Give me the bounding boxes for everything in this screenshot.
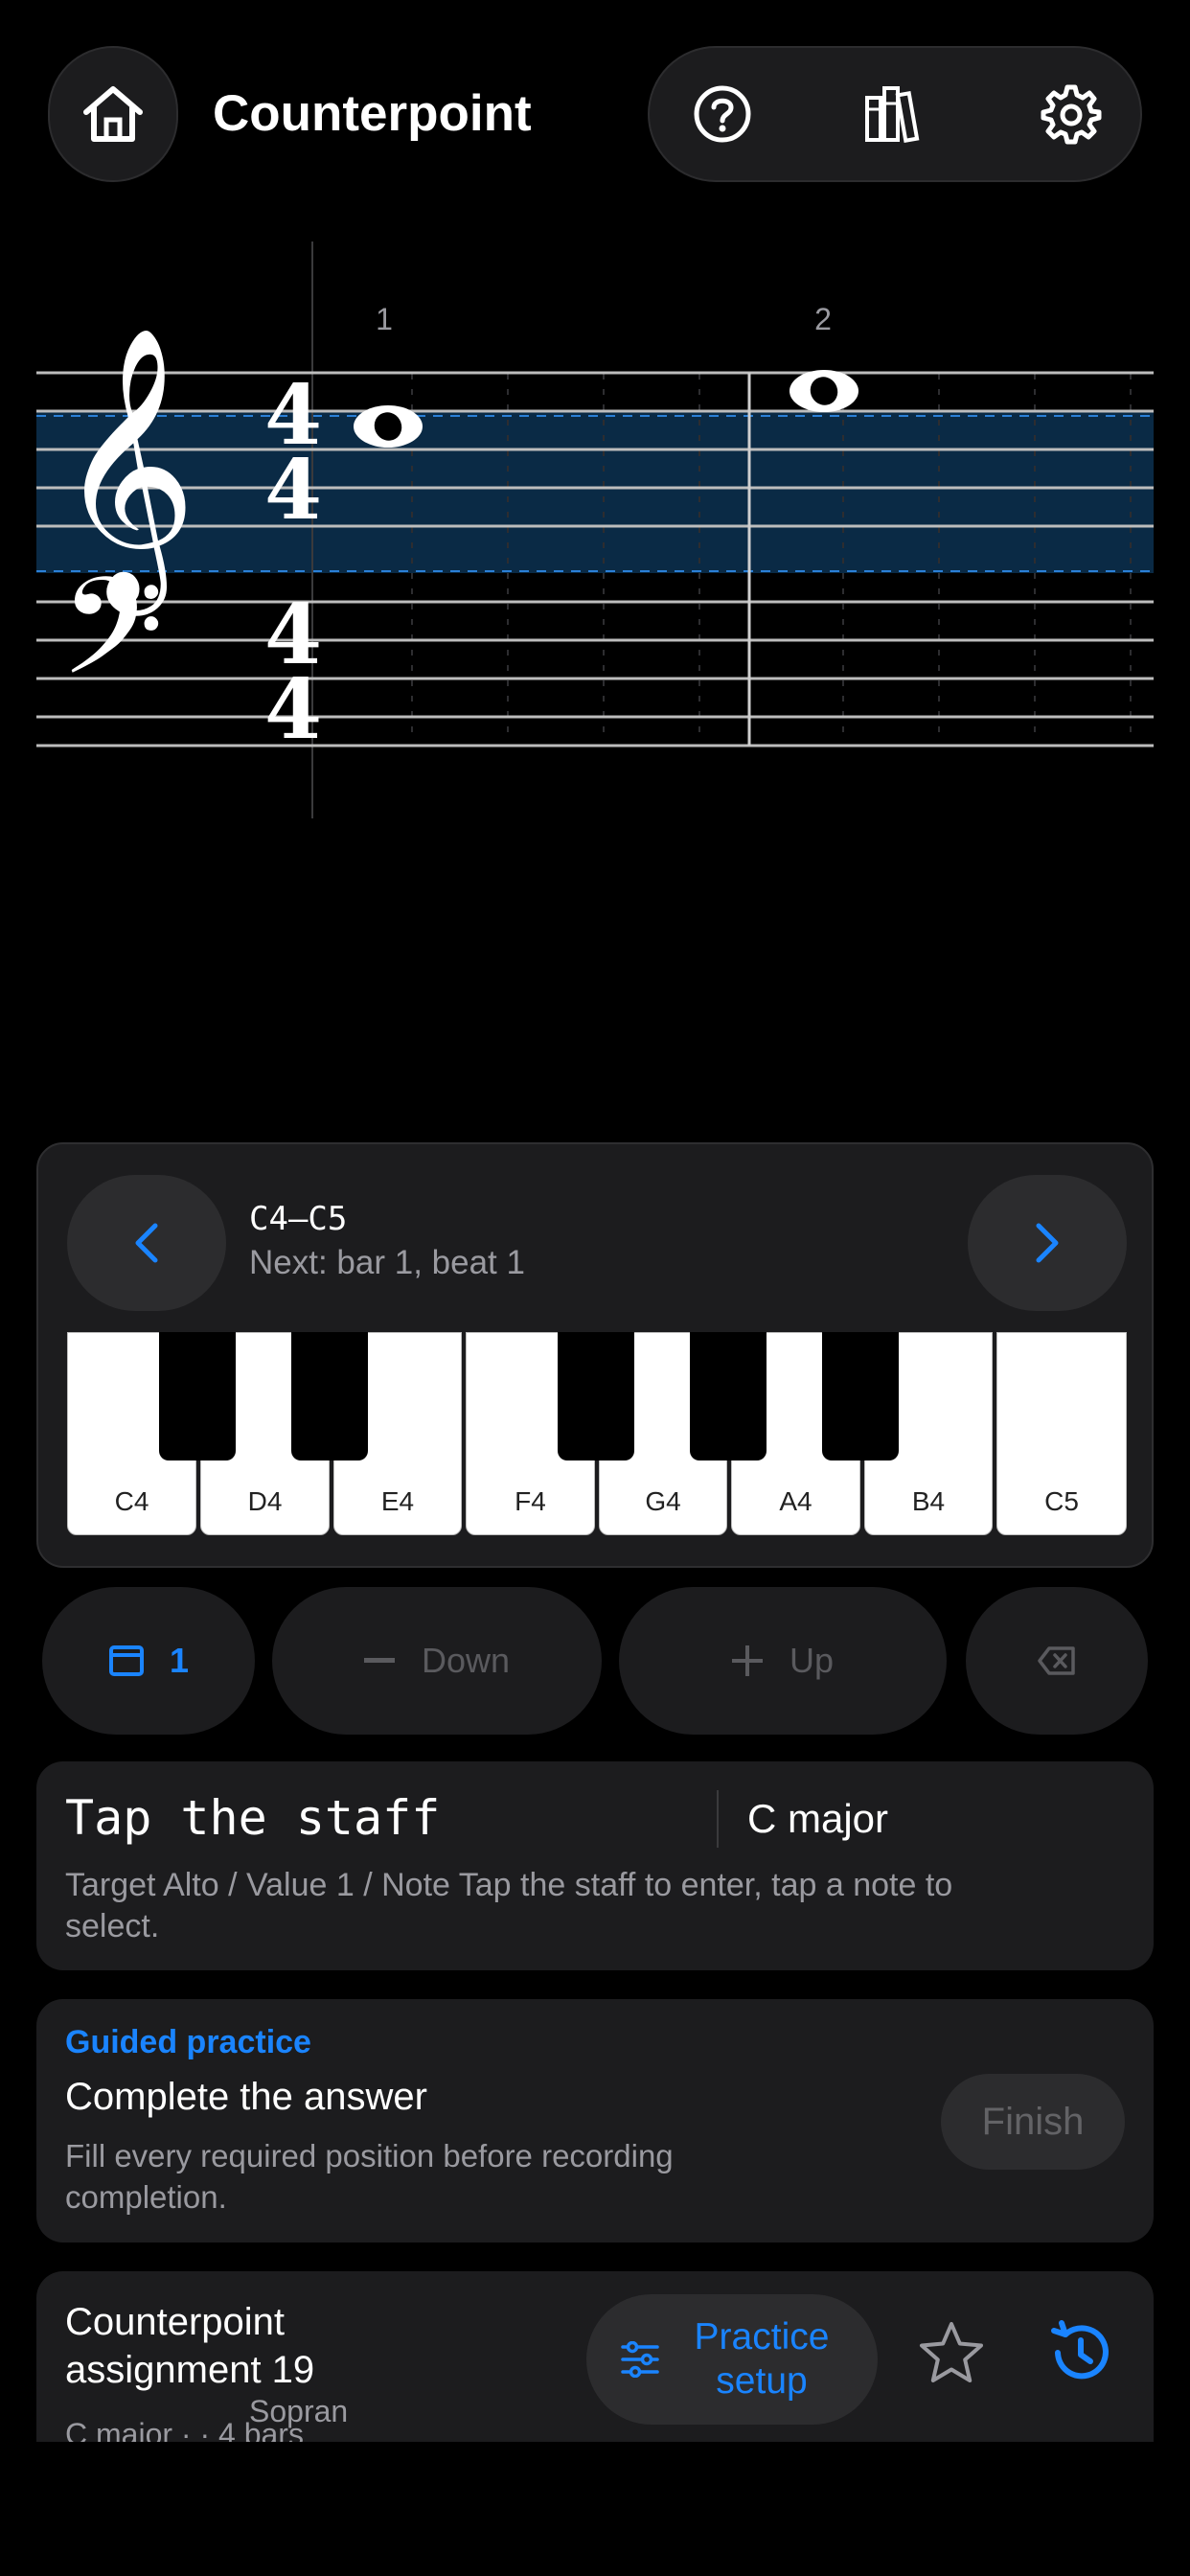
score-staff[interactable]: 1 2 𝄞 𝄢 4 4 4 4 xyxy=(0,230,1190,843)
library-button[interactable] xyxy=(862,80,931,149)
history-icon xyxy=(1051,2320,1109,2380)
help-icon xyxy=(694,85,751,143)
note-bar2[interactable] xyxy=(790,370,858,412)
practice-setup-label: Practice setup xyxy=(694,2316,830,2402)
next-position-label: Next: bar 1, beat 1 xyxy=(249,1244,525,1281)
minus-icon xyxy=(363,1658,395,1663)
assignment-title: Counterpoint assignment 19 xyxy=(65,2301,315,2391)
piano-keyboard: C4 D4 E4 F4 G4 A4 B4 C5 xyxy=(67,1332,1127,1535)
up-button[interactable]: Up xyxy=(619,1587,947,1735)
guided-practice-description: Fill every required position before reco… xyxy=(65,2138,674,2215)
key-f-sharp4[interactable] xyxy=(558,1332,634,1460)
active-voice-highlight xyxy=(36,410,1154,573)
guided-practice-kicker: Guided practice xyxy=(65,2024,311,2060)
key-a-sharp4[interactable] xyxy=(822,1332,899,1460)
history-button[interactable] xyxy=(1046,2319,1117,2390)
bass-clef-icon: 𝄢 xyxy=(59,549,164,739)
keyboard-card: C4–C5 Next: bar 1, beat 1 C4 D4 E4 F4 G4… xyxy=(36,1142,1154,1568)
star-icon xyxy=(920,2322,983,2382)
key-signature-label: C major xyxy=(747,1796,889,1841)
status-card: Tap the staff C major Target Alto / Valu… xyxy=(36,1761,1154,1970)
treble-time-bottom: 4 xyxy=(264,442,322,539)
toolbar xyxy=(648,46,1142,182)
sliders-icon xyxy=(621,2341,659,2378)
home-button[interactable] xyxy=(48,46,178,182)
key-g-sharp4[interactable] xyxy=(690,1332,767,1460)
finish-button[interactable]: Finish xyxy=(941,2074,1125,2170)
up-label: Up xyxy=(789,1641,835,1680)
home-icon xyxy=(83,86,143,142)
next-range-button[interactable] xyxy=(968,1175,1127,1311)
favorite-button[interactable] xyxy=(918,2319,989,2390)
status-title: Tap the staff xyxy=(65,1790,441,1846)
status-detail: Target Alto / Value 1 / Note Tap the sta… xyxy=(65,1867,953,1944)
guided-practice-card: Guided practice Complete the answer Fill… xyxy=(36,1999,1154,2242)
measure-number-1: 1 xyxy=(376,302,393,336)
bass-time-bottom: 4 xyxy=(264,661,322,758)
note-value-button[interactable]: 1 xyxy=(42,1587,255,1735)
key-d-sharp4[interactable] xyxy=(291,1332,368,1460)
settings-icon xyxy=(1041,84,1102,145)
help-button[interactable] xyxy=(688,80,757,149)
down-button[interactable]: Down xyxy=(272,1587,602,1735)
chevron-left-icon xyxy=(135,1223,158,1263)
plus-icon xyxy=(731,1645,763,1676)
range-label: C4–C5 xyxy=(249,1200,348,1238)
previous-range-button[interactable] xyxy=(67,1175,226,1311)
app-title: Counterpoint xyxy=(213,85,532,142)
guided-practice-title: Complete the answer xyxy=(65,2076,427,2118)
library-icon xyxy=(865,86,920,143)
measure-number-2: 2 xyxy=(814,302,832,336)
delete-backward-icon xyxy=(1038,1646,1075,1675)
chevron-right-icon xyxy=(1036,1223,1059,1263)
bass-staff-lines xyxy=(36,600,1154,748)
settings-button[interactable] xyxy=(1037,80,1106,149)
delete-button[interactable] xyxy=(966,1587,1148,1735)
practice-setup-button[interactable]: Practice setup xyxy=(586,2294,878,2425)
note-bar1[interactable] xyxy=(354,405,423,448)
key-c5[interactable]: C5 xyxy=(996,1332,1127,1535)
window-icon xyxy=(108,1645,144,1676)
status-divider xyxy=(717,1790,719,1848)
key-c-sharp4[interactable] xyxy=(159,1332,236,1460)
note-value-count: 1 xyxy=(169,1641,190,1680)
down-label: Down xyxy=(421,1641,511,1680)
bottom-cover xyxy=(0,2442,1190,2576)
